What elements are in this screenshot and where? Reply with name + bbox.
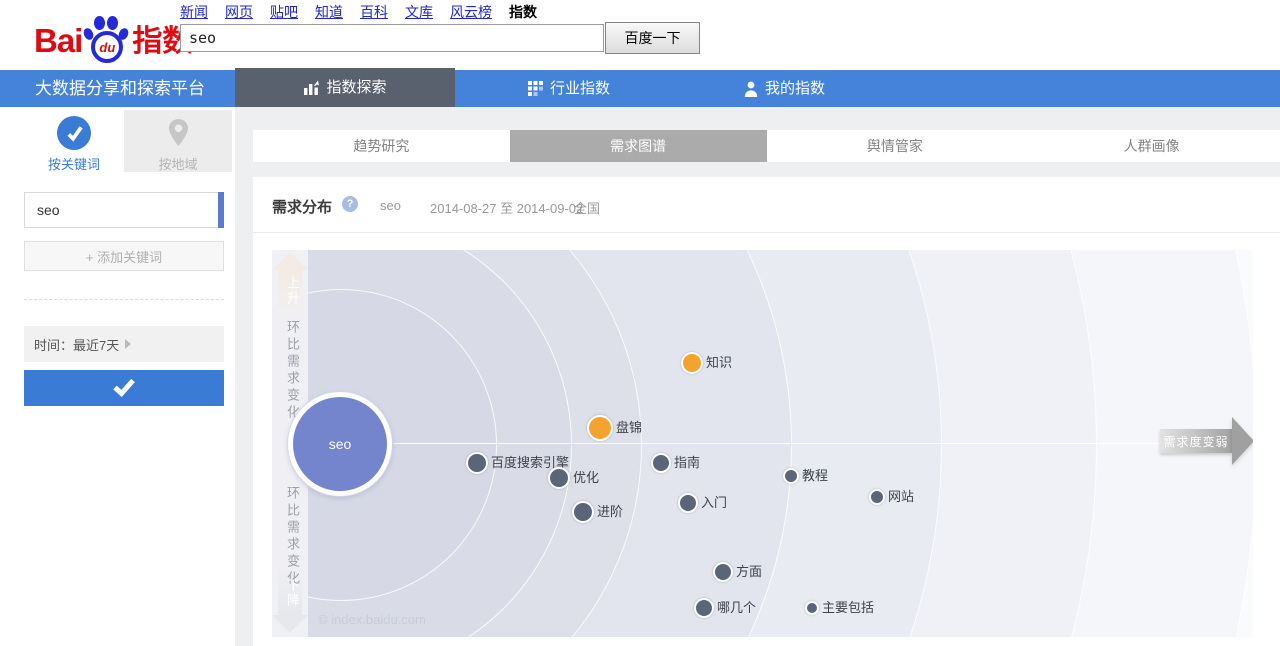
bar-chart-icon	[303, 80, 319, 95]
chart-point-label: 入门	[701, 492, 727, 511]
primary-nav-item-label: 我的指数	[765, 70, 825, 107]
section-title: 需求分布	[272, 196, 332, 217]
chart-point-label: 网站	[888, 486, 914, 505]
content-tab[interactable]: 需求图谱	[510, 130, 767, 162]
header-keyword: seo	[380, 198, 401, 213]
user-icon	[744, 81, 758, 97]
y-axis-bottom-label: 下降	[283, 578, 302, 608]
chart-point-label: 哪几个	[717, 597, 756, 616]
content-tab[interactable]: 人群画像	[1023, 130, 1280, 162]
primary-nav-item-label: 指数探索	[326, 69, 386, 106]
baidu-index-logo: Bai du 指数	[34, 12, 192, 64]
content-tabs: 趋势研究需求图谱舆情管家人群画像	[253, 130, 1280, 162]
top-nav-link[interactable]: 文库	[405, 2, 433, 22]
logo-bai-text: Bai	[34, 18, 82, 64]
chart-point[interactable]	[783, 468, 799, 484]
sidebar-tab-label: 按关键词	[24, 154, 124, 173]
top-nav-link-current[interactable]: 指数	[509, 2, 537, 22]
primary-nav-item-industry-index[interactable]: 行业指数	[528, 70, 610, 107]
chart-point[interactable]	[678, 493, 698, 513]
x-axis-arrow-label: 需求度变弱	[1160, 429, 1232, 453]
question-icon[interactable]: ?	[342, 196, 358, 212]
primary-nav-item-label: 行业指数	[550, 70, 610, 107]
header-region: 全国	[574, 198, 600, 217]
chart-point[interactable]	[681, 352, 703, 374]
top-nav-link[interactable]: 知道	[315, 2, 343, 22]
chart-point-label: 指南	[674, 452, 700, 471]
sidebar-tab-by-keyword[interactable]: 按关键词	[24, 110, 124, 172]
top-nav-link[interactable]: 百科	[360, 2, 388, 22]
chart-point[interactable]	[713, 562, 733, 582]
chart-point-label: 进阶	[597, 501, 623, 520]
chart-point[interactable]	[548, 467, 570, 489]
top-nav-link[interactable]: 网页	[225, 2, 253, 22]
content-tab[interactable]: 舆情管家	[767, 130, 1024, 162]
search-button[interactable]: 百度一下	[605, 22, 700, 54]
primary-nav-item-my-index[interactable]: 我的指数	[744, 70, 825, 107]
top-nav-link[interactable]: 新闻	[180, 2, 208, 22]
platform-title: 大数据分享和探索平台	[35, 70, 205, 107]
search-input[interactable]	[180, 24, 604, 52]
chart-point[interactable]	[466, 452, 488, 474]
chart-point-label: 优化	[573, 467, 599, 486]
y-axis-caption-bottom: 环比需求变化	[283, 486, 302, 588]
keyword-input[interactable]	[24, 192, 223, 228]
chart-point-label: 盘锦	[616, 417, 642, 436]
chart-point-label: 教程	[802, 465, 828, 484]
chart-point[interactable]	[805, 601, 819, 615]
chart-point-label: 知识	[706, 352, 732, 371]
chart-point-label: 主要包括	[822, 597, 874, 616]
chart-point[interactable]	[572, 501, 594, 523]
content-tab[interactable]: 趋势研究	[253, 130, 510, 162]
keyword-input-accent-stripe	[218, 192, 224, 228]
confirm-button[interactable]	[24, 370, 224, 406]
chart-point-label: 方面	[736, 561, 762, 580]
chart-point[interactable]	[694, 598, 714, 618]
center-keyword-bubble[interactable]: seo	[288, 392, 392, 496]
chart-point[interactable]	[587, 415, 613, 441]
time-filter-label: 时间：最近7天	[34, 335, 119, 354]
add-keyword-button[interactable]: + 添加关键词	[24, 241, 224, 271]
primary-nav-bar: 大数据分享和探索平台 指数探索 行业指数 我的指数	[0, 70, 1280, 107]
header-divider	[253, 232, 1280, 233]
sidebar-tab-by-region[interactable]: 按地域	[124, 110, 232, 172]
top-nav-link[interactable]: 贴吧	[270, 2, 298, 22]
demand-map-chart: 上升 环比需求变化 环比需求变化 下降 seo 需求度变弱 © index.ba…	[272, 250, 1253, 637]
y-axis-caption-top: 环比需求变化	[283, 320, 302, 422]
pencil-circle-icon	[57, 116, 91, 150]
baidu-paw-icon: du	[84, 14, 128, 64]
sidebar-tab-label: 按地域	[124, 154, 232, 173]
chart-point[interactable]	[869, 489, 885, 505]
x-axis-line	[340, 443, 1230, 444]
demand-map-card: 需求分布 ? seo 2014-08-27 至 2014-09-02 全国 上升…	[253, 177, 1280, 646]
top-nav-link[interactable]: 风云榜	[450, 2, 492, 22]
check-icon	[112, 377, 136, 400]
right-arrow-icon	[1232, 417, 1253, 465]
logo-du-text: du	[91, 31, 123, 63]
watermark: © index.baidu.com	[318, 612, 426, 627]
grid-icon	[528, 81, 543, 96]
sidebar-divider	[24, 299, 224, 300]
y-axis-top-label: 上升	[283, 276, 302, 306]
map-pin-icon	[161, 116, 195, 150]
chevron-right-icon	[125, 339, 131, 349]
chart-point[interactable]	[651, 453, 671, 473]
sidebar: 按关键词按地域 + 添加关键词 时间：最近7天	[0, 107, 235, 646]
header-date-range: 2014-08-27 至 2014-09-02	[430, 198, 583, 217]
primary-nav-item-index-explore[interactable]: 指数探索	[235, 68, 455, 107]
time-filter[interactable]: 时间：最近7天	[24, 326, 224, 362]
top-bar: Bai du 指数 新闻网页贴吧知道百科文库风云榜指数 百度一下	[0, 0, 1280, 70]
top-nav-links: 新闻网页贴吧知道百科文库风云榜指数	[180, 2, 537, 22]
